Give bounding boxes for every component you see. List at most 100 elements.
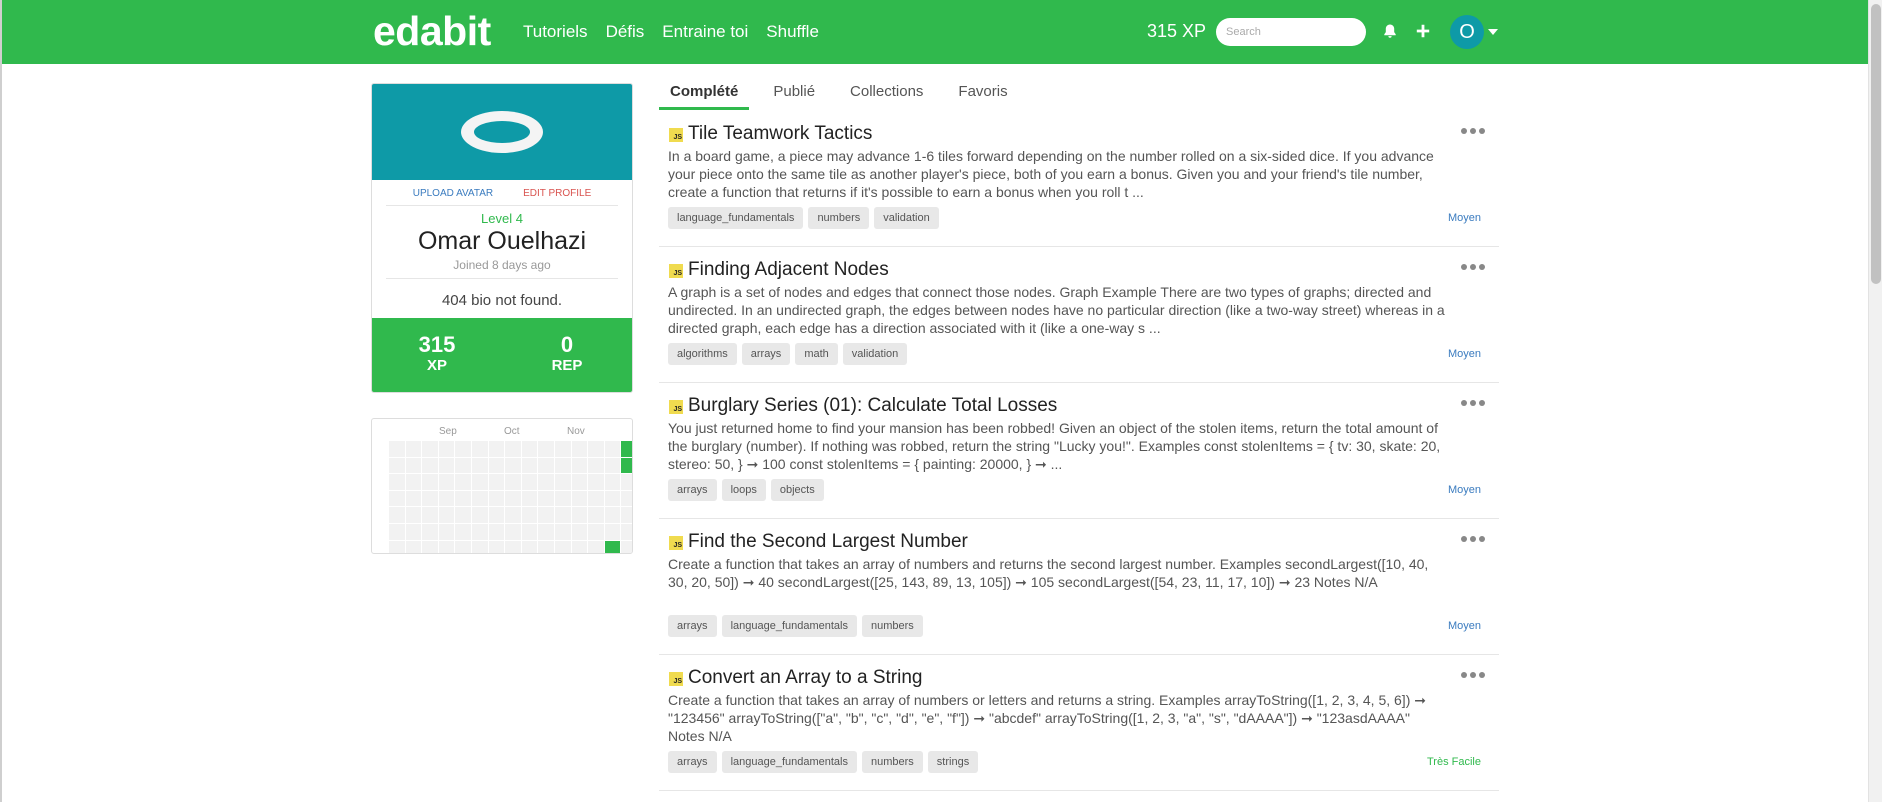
main-nav: Tutoriels Défis Entraine toi Shuffle bbox=[523, 22, 819, 42]
heatmap-cell bbox=[471, 474, 488, 490]
tag[interactable]: objects bbox=[770, 479, 824, 501]
tag[interactable]: validation bbox=[842, 343, 908, 365]
more-options-icon[interactable] bbox=[1461, 400, 1485, 406]
more-options-icon[interactable] bbox=[1461, 536, 1485, 542]
challenge-title[interactable]: Finding Adjacent Nodes bbox=[688, 259, 889, 281]
challenge-title[interactable]: Find the Second Largest Number bbox=[688, 531, 968, 553]
challenge-title[interactable]: Convert an Array to a String bbox=[688, 667, 922, 689]
window-left-edge bbox=[0, 0, 2, 802]
heatmap-cell bbox=[588, 457, 604, 474]
tag[interactable]: validation bbox=[874, 207, 939, 229]
heatmap-cell bbox=[588, 474, 604, 490]
nav-link-entraine-toi[interactable]: Entraine toi bbox=[662, 22, 748, 42]
rep-label: REP bbox=[551, 357, 583, 374]
page-scrollbar[interactable] bbox=[1868, 0, 1882, 802]
nav-link-shuffle[interactable]: Shuffle bbox=[766, 22, 819, 42]
tab-publie[interactable]: Publié bbox=[762, 80, 826, 110]
heatmap-cell bbox=[455, 523, 471, 540]
heatmap-cell bbox=[538, 507, 554, 523]
heatmap-cell bbox=[405, 474, 422, 490]
heatmap-cell bbox=[389, 441, 405, 457]
tag[interactable]: numbers bbox=[862, 615, 923, 637]
edit-profile-link[interactable]: EDIT PROFILE bbox=[523, 188, 591, 199]
heatmap-cell bbox=[422, 441, 438, 457]
heatmap-cell bbox=[438, 457, 455, 474]
heatmap-cell bbox=[505, 523, 521, 540]
tag[interactable]: math bbox=[795, 343, 838, 365]
tag[interactable]: language_fundamentals bbox=[668, 207, 804, 229]
heatmap-cell bbox=[505, 474, 521, 490]
tab-collections[interactable]: Collections bbox=[839, 80, 934, 110]
tag[interactable]: numbers bbox=[862, 751, 923, 773]
heatmap-cell bbox=[471, 540, 488, 553]
heatmap-cell bbox=[438, 540, 455, 553]
tag[interactable]: loops bbox=[721, 479, 766, 501]
divider bbox=[386, 278, 618, 279]
heatmap-cell bbox=[488, 540, 505, 553]
user-level: Level 4 bbox=[481, 211, 523, 226]
challenge-item[interactable]: JS Convert an Array to a String Create a… bbox=[659, 655, 1499, 791]
tag[interactable]: numbers bbox=[808, 207, 870, 229]
top-navbar bbox=[2, 0, 1868, 64]
heatmap-cell bbox=[604, 540, 621, 553]
challenge-item[interactable]: JS Finding Adjacent Nodes A graph is a s… bbox=[659, 247, 1499, 383]
heatmap-cell bbox=[521, 457, 538, 474]
heatmap-cell bbox=[554, 540, 571, 553]
javascript-icon: JS bbox=[669, 128, 683, 142]
scrollbar-thumb[interactable] bbox=[1871, 4, 1881, 284]
heatmap-cell bbox=[422, 523, 438, 540]
heatmap-cell bbox=[538, 540, 554, 553]
heatmap-grid bbox=[389, 441, 632, 553]
heatmap-cell bbox=[621, 507, 632, 523]
challenge-title[interactable]: Burglary Series (01): Calculate Total Lo… bbox=[688, 395, 1057, 417]
heatmap-cell bbox=[521, 490, 538, 507]
heatmap-cell bbox=[588, 523, 604, 540]
upload-avatar-link[interactable]: UPLOAD AVATAR bbox=[413, 188, 493, 199]
chevron-down-icon[interactable] bbox=[1488, 29, 1498, 35]
heatmap-cell bbox=[554, 507, 571, 523]
heatmap-cell bbox=[571, 457, 588, 474]
tag-list: arrays language_fundamentals numbers bbox=[668, 615, 923, 637]
challenge-item[interactable]: JS Burglary Series (01): Calculate Total… bbox=[659, 383, 1499, 519]
search-input[interactable] bbox=[1216, 18, 1366, 46]
heatmap-cell bbox=[621, 540, 632, 553]
challenge-description: Create a function that takes an array of… bbox=[668, 692, 1426, 744]
more-options-icon[interactable] bbox=[1461, 128, 1485, 134]
tab-favoris[interactable]: Favoris bbox=[947, 80, 1018, 110]
tag[interactable]: arrays bbox=[741, 343, 791, 365]
challenge-item[interactable]: JS Find the Second Largest Number Create… bbox=[659, 519, 1499, 655]
activity-heatmap: Sep Oct Nov bbox=[371, 418, 633, 554]
heatmap-cell bbox=[505, 507, 521, 523]
heatmap-cell bbox=[405, 457, 422, 474]
nav-link-tutoriels[interactable]: Tutoriels bbox=[523, 22, 588, 42]
heatmap-cell bbox=[621, 457, 632, 474]
challenge-description: Create a function that takes an array of… bbox=[668, 556, 1429, 590]
more-options-icon[interactable] bbox=[1461, 672, 1485, 678]
edabit-logo[interactable]: edabit bbox=[373, 8, 491, 55]
avatar[interactable]: O bbox=[1450, 15, 1484, 49]
tag[interactable]: algorithms bbox=[668, 343, 737, 365]
tag[interactable]: arrays bbox=[668, 751, 717, 773]
tag[interactable]: language_fundamentals bbox=[721, 615, 857, 637]
heatmap-cell bbox=[554, 490, 571, 507]
plus-icon[interactable] bbox=[1412, 20, 1434, 42]
bell-icon[interactable] bbox=[1379, 20, 1401, 42]
heatmap-cell bbox=[588, 490, 604, 507]
tag[interactable]: arrays bbox=[668, 615, 717, 637]
tag[interactable]: arrays bbox=[668, 479, 717, 501]
heatmap-cell bbox=[604, 490, 621, 507]
heatmap-cell bbox=[554, 441, 571, 457]
tag[interactable]: strings bbox=[927, 751, 979, 773]
challenge-item[interactable]: JS Tile Teamwork Tactics In a board game… bbox=[659, 111, 1499, 247]
tab-complete[interactable]: Complété bbox=[659, 80, 750, 110]
heatmap-cell bbox=[554, 523, 571, 540]
nav-link-defis[interactable]: Défis bbox=[606, 22, 645, 42]
heatmap-cell bbox=[405, 507, 422, 523]
challenge-title[interactable]: Tile Teamwork Tactics bbox=[688, 123, 872, 145]
more-options-icon[interactable] bbox=[1461, 264, 1485, 270]
profile-card: UPLOAD AVATAR EDIT PROFILE Level 4 Omar … bbox=[371, 83, 633, 393]
javascript-icon: JS bbox=[669, 536, 683, 550]
heatmap-cell bbox=[471, 507, 488, 523]
tag[interactable]: language_fundamentals bbox=[721, 751, 857, 773]
xp-value: 315 bbox=[418, 332, 456, 357]
